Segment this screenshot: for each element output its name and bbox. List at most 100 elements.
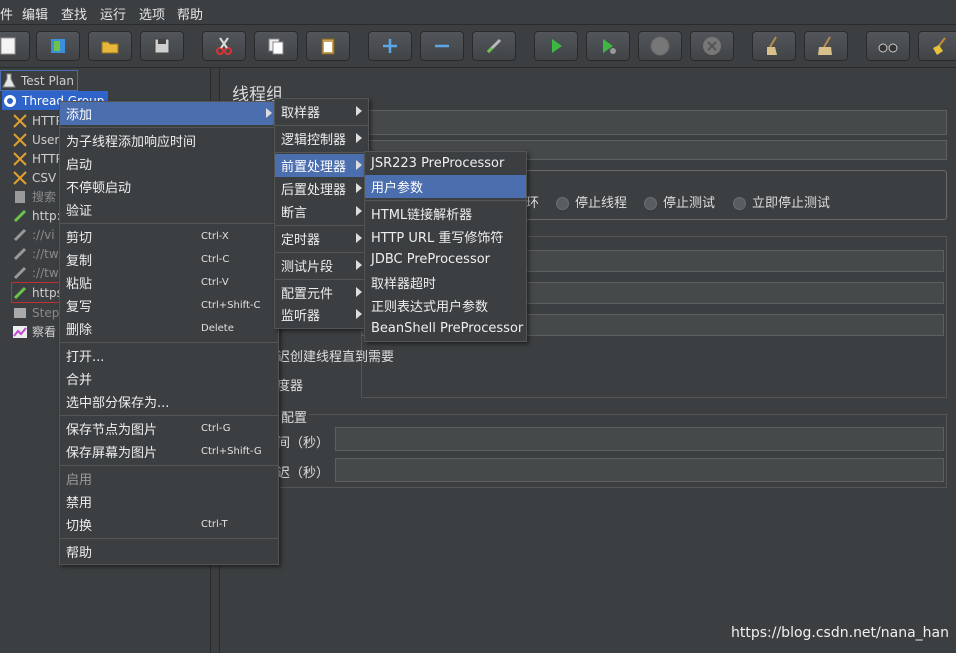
menu-shortcut: Delete	[201, 323, 234, 334]
menu-item-enable[interactable]: 启用	[60, 467, 278, 490]
menu-item-url-rewriting-modifier[interactable]: HTTP URL 重写修饰符	[365, 225, 526, 248]
toggle-button[interactable]	[472, 31, 516, 61]
menu-item-label: 保存节点为图片	[66, 423, 158, 438]
menu-item-label: 验证	[66, 204, 93, 219]
menu-item-jdbc-preprocessor[interactable]: JDBC PreProcessor	[365, 248, 526, 271]
menu-item-start-no-pause[interactable]: 不停顿启动	[60, 175, 278, 198]
tools-icon	[13, 132, 27, 147]
radio-stop-thread[interactable]: 停止线程	[556, 192, 627, 211]
menu-item-open[interactable]: 打开...	[60, 344, 278, 367]
menu-item-save-screen-image[interactable]: 保存屏幕为图片 Ctrl+Shift-G	[60, 440, 278, 463]
menu-search[interactable]: 查找	[61, 4, 87, 23]
menu-item-add[interactable]: 添加	[60, 102, 278, 125]
menu-item-logic-controller[interactable]: 逻辑控制器	[275, 127, 368, 150]
menu-item-sample-timeout[interactable]: 取样器超时	[365, 271, 526, 294]
menu-item-label: 选中部分保存为...	[66, 396, 170, 411]
menu-run[interactable]: 运行	[100, 4, 126, 23]
radio-continue[interactable]: 环	[526, 192, 539, 211]
scheduler-label[interactable]: 度器	[277, 375, 303, 394]
cut-button[interactable]	[202, 31, 246, 61]
menu-item-regex-user-parameters[interactable]: 正则表达式用户参数	[365, 294, 526, 317]
tree-node-item[interactable]: User	[12, 130, 59, 149]
start-button[interactable]	[534, 31, 578, 61]
tree-node-test-plan[interactable]: Test Plan	[0, 70, 78, 91]
menu-edit[interactable]: 编辑	[22, 4, 48, 23]
tree-node-label: User	[32, 132, 60, 147]
clear-all-button[interactable]	[804, 31, 848, 61]
menu-item-sampler[interactable]: 取样器	[275, 100, 368, 123]
copy-button[interactable]	[254, 31, 298, 61]
menu-item-html-link-parser[interactable]: HTML链接解析器	[365, 202, 526, 225]
expand-button[interactable]	[368, 31, 412, 61]
menu-item-user-parameters[interactable]: 用户参数	[365, 175, 526, 198]
menu-item-listener[interactable]: 监听器	[275, 303, 368, 326]
duration-field[interactable]	[335, 427, 944, 451]
menu-item-pre-processor[interactable]: 前置处理器	[275, 154, 368, 177]
menu-item-delete[interactable]: 删除 Delete	[60, 317, 278, 340]
tree-node-item[interactable]: ://tw	[12, 244, 59, 263]
menu-item-jsr223-preprocessor[interactable]: JSR223 PreProcessor	[365, 152, 526, 175]
menu-item-beanshell-preprocessor[interactable]: BeanShell PreProcessor	[365, 317, 526, 340]
menu-item-save-selection-as[interactable]: 选中部分保存为...	[60, 390, 278, 413]
radio-stop-test-now[interactable]: 立即停止测试	[733, 192, 830, 211]
search-button[interactable]	[866, 31, 910, 61]
start-no-pause-button[interactable]	[586, 31, 630, 61]
clear-all-icon	[818, 36, 832, 55]
menu-item-timer[interactable]: 定时器	[275, 227, 368, 250]
menu-separator	[60, 342, 278, 343]
tree-node-item[interactable]: Step	[12, 303, 59, 322]
open-button[interactable]	[88, 31, 132, 61]
menu-separator	[275, 279, 368, 280]
shutdown-button[interactable]	[690, 31, 734, 61]
menu-item-post-processor[interactable]: 后置处理器	[275, 177, 368, 200]
reset-search-button[interactable]	[918, 31, 956, 61]
menu-item-label: 启动	[66, 158, 93, 173]
tree-node-item[interactable]: CSV	[12, 168, 56, 187]
menu-item-test-fragment[interactable]: 测试片段	[275, 254, 368, 277]
paste-button[interactable]	[306, 31, 350, 61]
menu-item-help[interactable]: 帮助	[60, 540, 278, 563]
menu-item-cut[interactable]: 剪切 Ctrl-X	[60, 225, 278, 248]
menu-item-merge[interactable]: 合并	[60, 367, 278, 390]
collapse-button[interactable]	[420, 31, 464, 61]
menu-item-config-element[interactable]: 配置元件	[275, 281, 368, 304]
menu-item-duplicate[interactable]: 复写 Ctrl+Shift-C	[60, 294, 278, 317]
startup-delay-field[interactable]	[335, 458, 944, 482]
tree-node-item[interactable]: https	[11, 282, 66, 303]
new-icon	[0, 37, 16, 55]
menu-item-save-node-image[interactable]: 保存节点为图片 Ctrl-G	[60, 417, 278, 440]
clear-button[interactable]	[752, 31, 796, 61]
menu-help[interactable]: 帮助	[177, 4, 203, 23]
menu-item-start[interactable]: 启动	[60, 152, 278, 175]
menu-item-toggle[interactable]: 切换 Ctrl-T	[60, 513, 278, 536]
name-field[interactable]	[361, 110, 947, 135]
menu-shortcut: Ctrl-C	[201, 254, 230, 265]
pipette-icon	[13, 286, 27, 299]
menu-item-validate[interactable]: 验证	[60, 198, 278, 221]
tree-node-item[interactable]: 搜索	[12, 187, 56, 206]
submenu-arrow-icon	[356, 287, 362, 297]
templates-button[interactable]	[36, 31, 80, 61]
menu-item-add-think-time[interactable]: 为子线程添加响应时间	[60, 129, 278, 152]
tree-node-item[interactable]: HTTP	[12, 111, 63, 130]
tree-node-item[interactable]: ://tw	[12, 263, 59, 282]
menu-options[interactable]: 选项	[139, 4, 165, 23]
menu-item-copy[interactable]: 复制 Ctrl-C	[60, 248, 278, 271]
menu-shortcut: Ctrl-V	[201, 277, 229, 288]
menu-item-paste[interactable]: 粘贴 Ctrl-V	[60, 271, 278, 294]
delay-thread-creation-label[interactable]: 迟创建线程直到需要	[277, 346, 394, 365]
tree-node-item[interactable]: HTTP	[12, 149, 63, 168]
tree-node-item[interactable]: 察看	[12, 322, 56, 341]
menu-file[interactable]: 件	[0, 4, 13, 23]
tools-icon	[13, 170, 27, 185]
new-button[interactable]	[0, 31, 30, 61]
menu-item-disable[interactable]: 禁用	[60, 490, 278, 513]
radio-stop-test[interactable]: 停止测试	[644, 192, 715, 211]
stop-button[interactable]	[638, 31, 682, 61]
menu-item-label: JDBC PreProcessor	[371, 252, 491, 267]
tree-node-item[interactable]: http:	[12, 206, 61, 225]
save-button[interactable]	[140, 31, 184, 61]
menu-item-label: 配置元件	[281, 287, 334, 302]
tree-node-item[interactable]: ://vi	[12, 225, 55, 244]
menu-item-assertion[interactable]: 断言	[275, 200, 368, 223]
